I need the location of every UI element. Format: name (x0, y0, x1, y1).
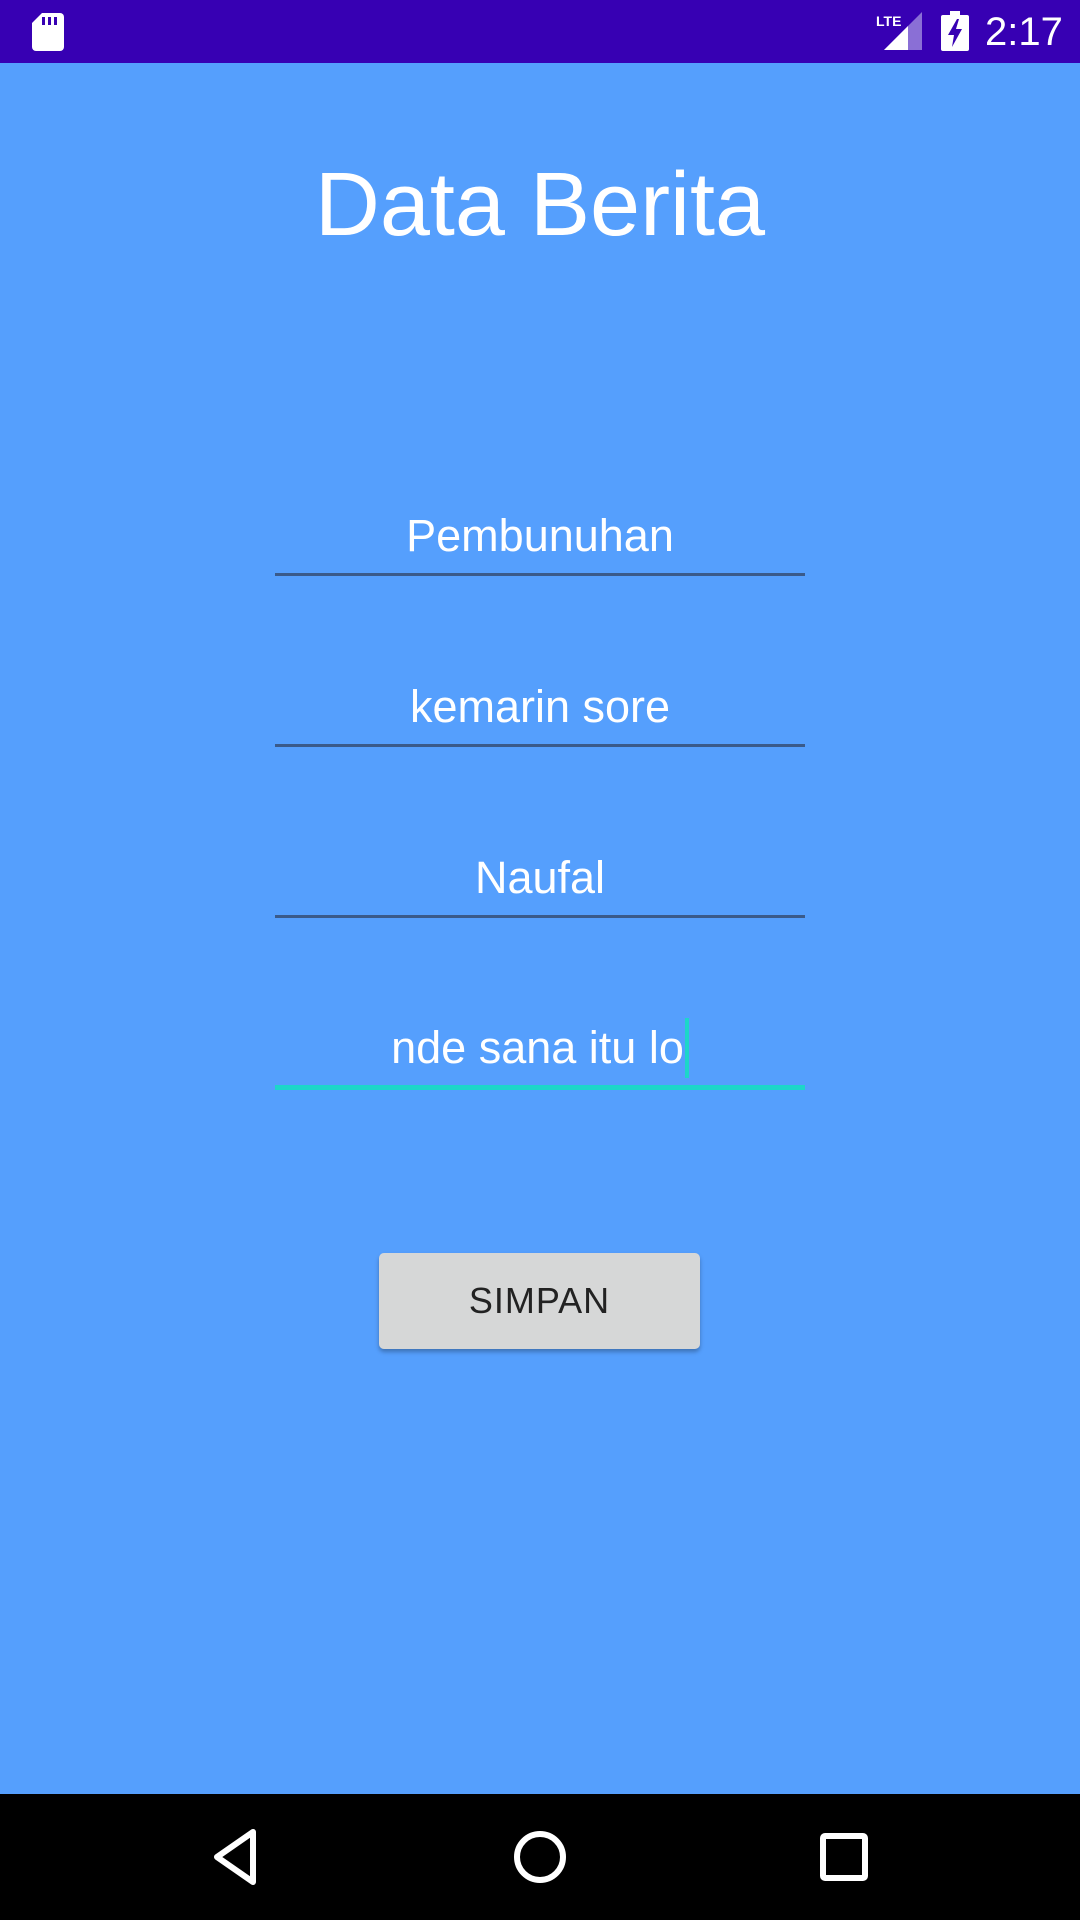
judul-input-value: Pembunuhan (406, 510, 674, 561)
sd-card-icon (32, 13, 64, 51)
penulis-input-underline (275, 915, 805, 918)
lokasi-input-underline (275, 1085, 805, 1090)
back-icon[interactable] (203, 1824, 269, 1890)
recents-icon[interactable] (811, 1824, 877, 1890)
status-clock: 2:17 (985, 10, 1063, 54)
penulis-input[interactable]: Naufal (275, 848, 805, 918)
judul-input-underline (275, 573, 805, 576)
lokasi-input-value: nde sana itu lo (391, 1022, 684, 1073)
waktu-input[interactable]: kemarin sore (275, 677, 805, 747)
simpan-button[interactable]: SIMPAN (379, 1253, 700, 1349)
home-icon[interactable] (507, 1824, 573, 1890)
text-cursor (684, 1018, 689, 1078)
lte-signal-icon: LTE (876, 12, 922, 50)
status-bar: LTE 2:17 (0, 0, 1080, 63)
page-title: Data Berita (314, 155, 766, 255)
penulis-input-value: Naufal (474, 852, 606, 903)
lokasi-input[interactable]: nde sana itu lo (275, 1018, 805, 1090)
battery-charging-icon (941, 11, 969, 51)
svg-text:LTE: LTE (876, 13, 901, 29)
navigation-bar (0, 1794, 1080, 1920)
judul-input[interactable]: Pembunuhan (275, 506, 805, 576)
waktu-input-value: kemarin sore (409, 681, 671, 732)
waktu-input-underline (275, 744, 805, 747)
